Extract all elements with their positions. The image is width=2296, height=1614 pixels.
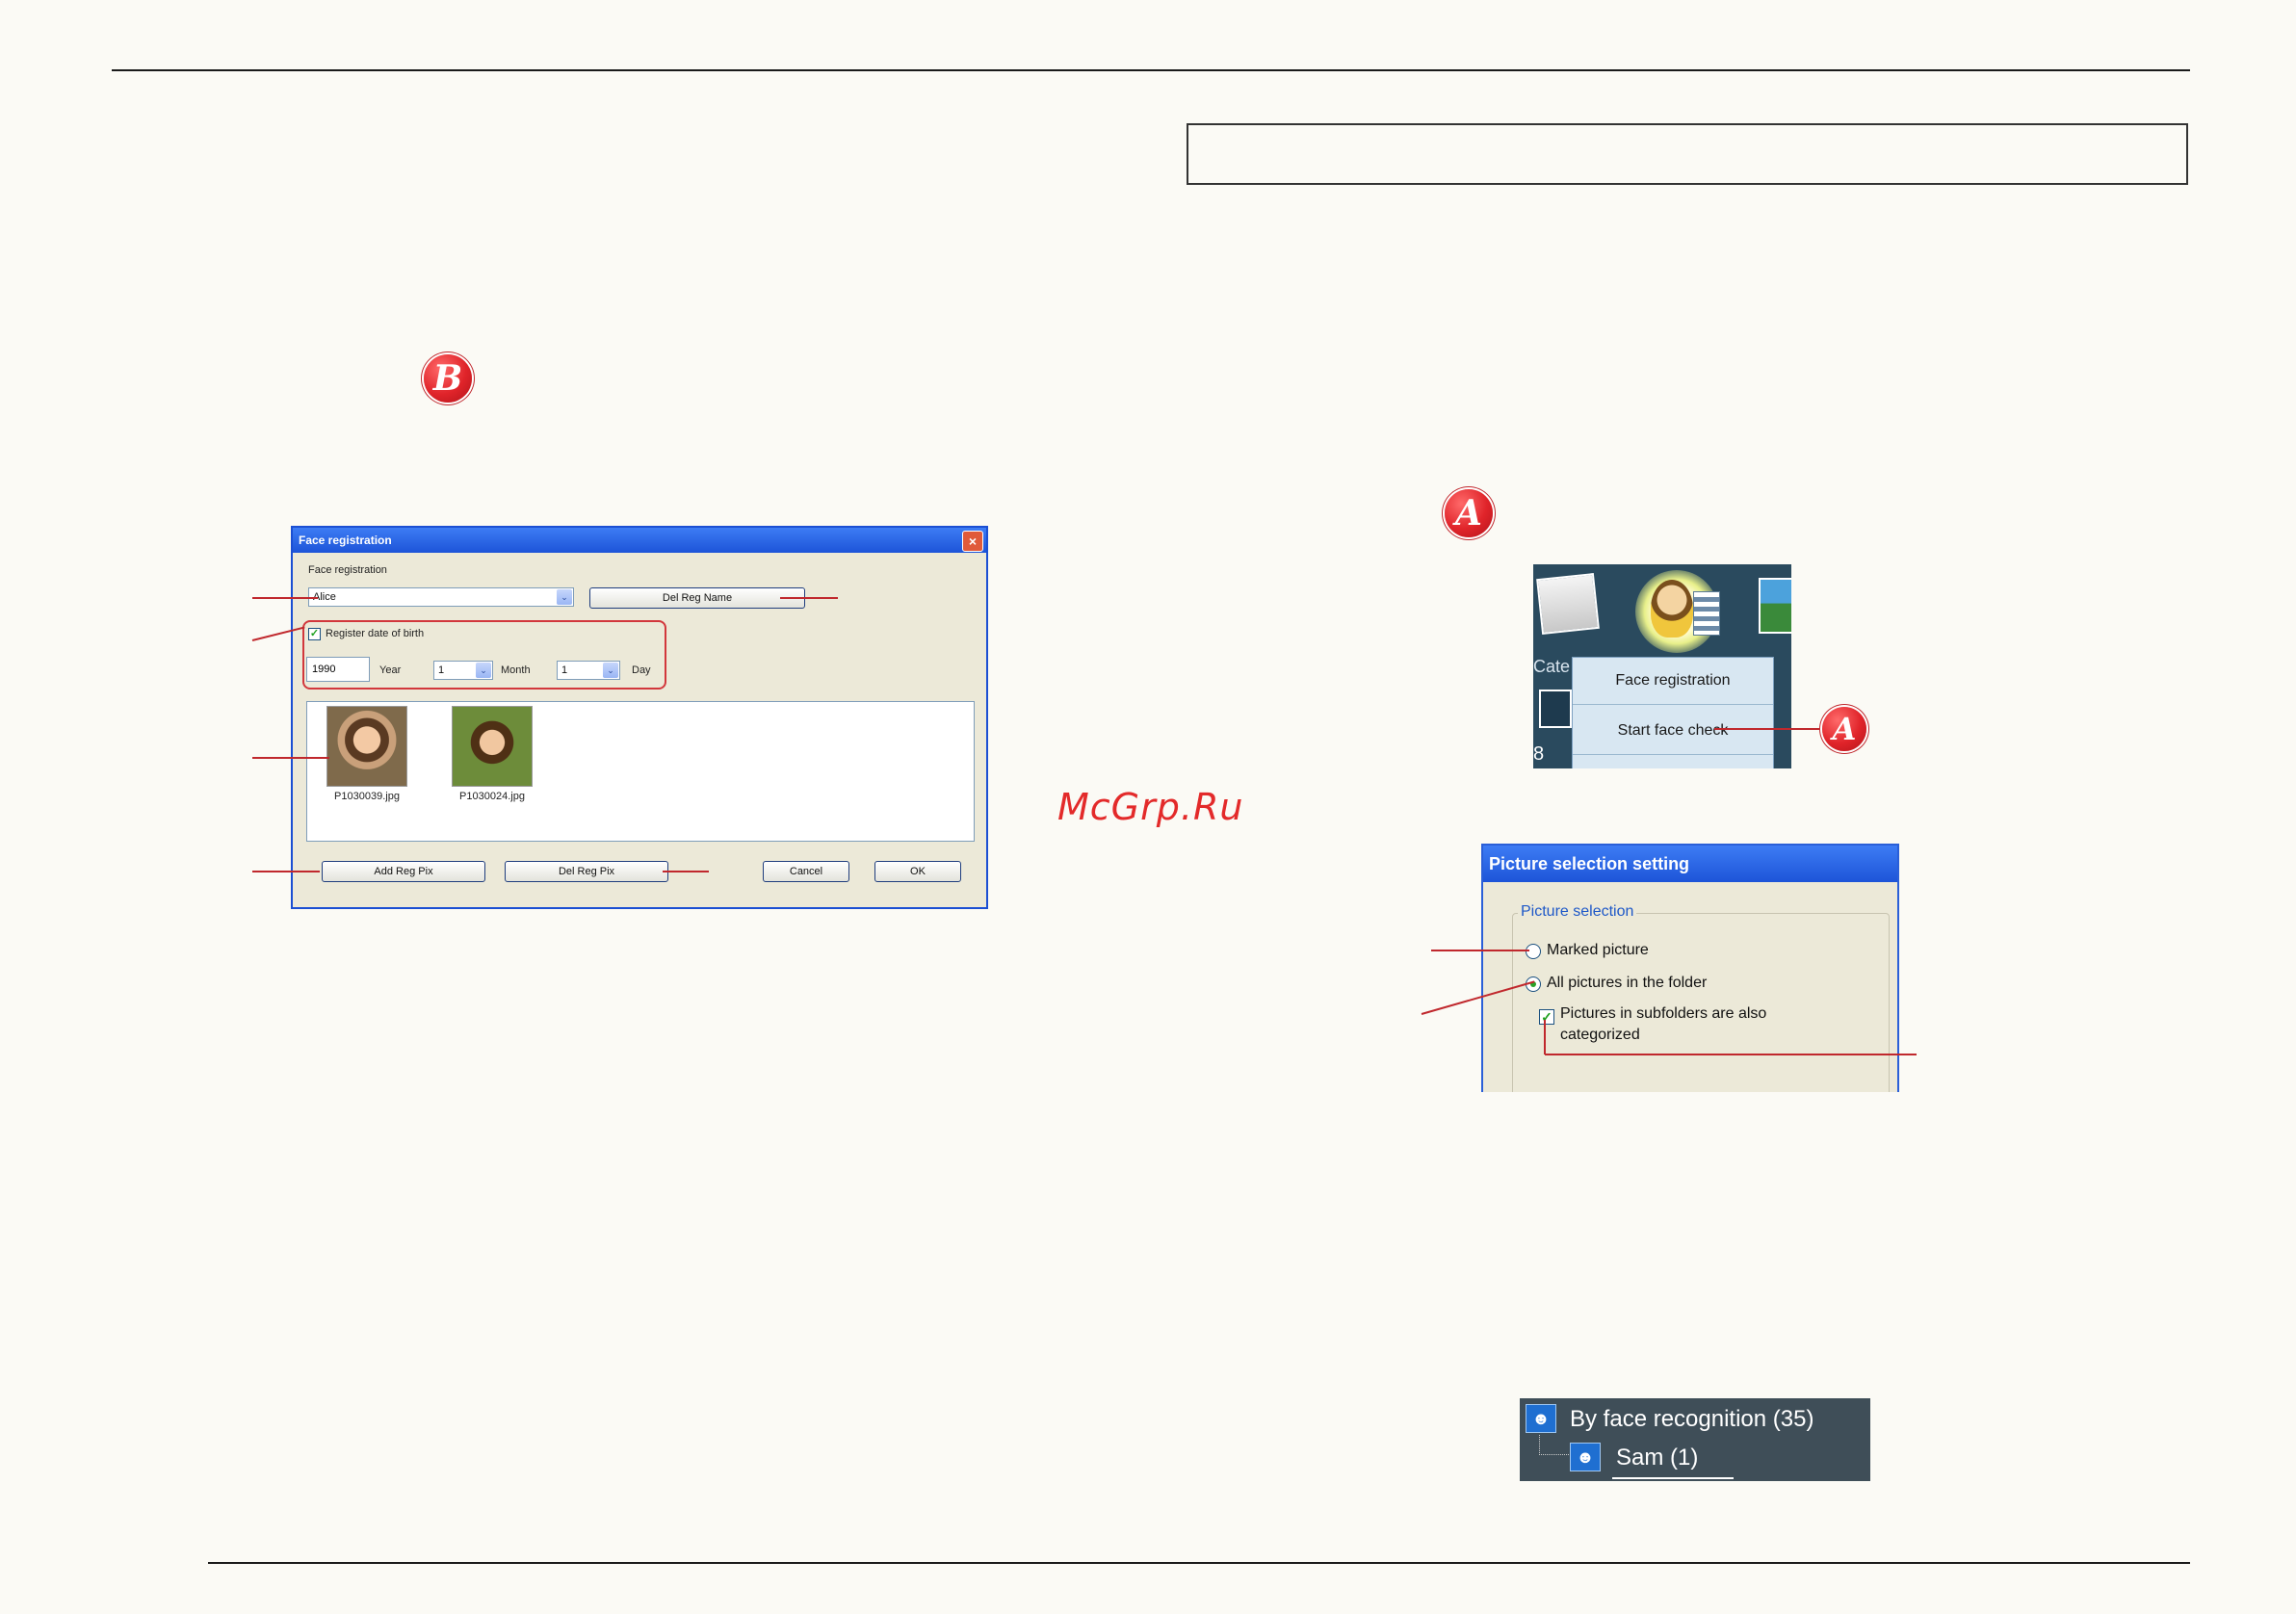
day-combo[interactable]: 1 ⌄ (557, 661, 620, 680)
face-recognition-tree: ☻ By face recognition (35) ☻ Sam (1) (1520, 1398, 1870, 1481)
register-dob-label: Register date of birth (326, 628, 425, 639)
photo-filename: P1030024.jpg (459, 791, 525, 802)
bottom-rule (208, 1562, 2190, 1564)
category-label-fragment: Cate (1533, 657, 1571, 676)
leader-line (252, 597, 318, 599)
name-combo[interactable]: Alice ⌄ (308, 587, 574, 607)
leader-line (1431, 950, 1529, 951)
cancel-button[interactable]: Cancel (763, 861, 849, 882)
picture-selection-group (1512, 913, 1890, 1092)
add-reg-pix-button[interactable]: Add Reg Pix (322, 861, 485, 882)
close-icon[interactable]: × (962, 531, 983, 552)
leader-line (1545, 1054, 1917, 1055)
marker-a-badge: A (1445, 489, 1493, 537)
landscape-icon[interactable] (1759, 578, 1791, 634)
marker-a-menu-badge: A (1822, 707, 1866, 751)
photo-thumbnail[interactable] (452, 706, 533, 787)
marked-picture-radio[interactable] (1526, 944, 1541, 959)
face-group-icon: ☻ (1526, 1404, 1556, 1433)
leader-line (252, 757, 329, 759)
count-fragment: 8 (1533, 743, 1545, 765)
registered-photos-area: P1030039.jpg P1030024.jpg (306, 701, 975, 842)
section-label: Face registration (308, 564, 387, 576)
leader-line (663, 871, 709, 872)
subfolders-label-line1: Pictures in subfolders are also (1560, 1005, 1767, 1022)
leader-line (1714, 728, 1826, 730)
chevron-down-icon[interactable]: ⌄ (603, 663, 618, 678)
chevron-down-icon[interactable]: ⌄ (476, 663, 491, 678)
day-label: Day (632, 664, 651, 676)
year-label: Year (379, 664, 402, 676)
face-icon (1651, 580, 1693, 638)
chevron-down-icon[interactable]: ⌄ (557, 589, 572, 605)
del-reg-pix-button[interactable]: Del Reg Pix (505, 861, 668, 882)
photo-thumbnail[interactable] (326, 706, 407, 787)
picture-stack-icon[interactable] (1536, 573, 1600, 635)
menu-item-face-registration[interactable]: Face registration (1573, 658, 1773, 705)
context-menu: Face registration Start face check (1572, 657, 1774, 768)
day-value: 1 (561, 664, 568, 676)
grid-icon[interactable] (1539, 690, 1572, 728)
tree-child-label[interactable]: Sam (1) (1616, 1445, 1698, 1471)
tree-root-label[interactable]: By face recognition (35) (1570, 1406, 1813, 1433)
marker-b-badge: B (424, 354, 472, 403)
app-menu-screenshot: Cate 8 Face registration Start face chec… (1533, 564, 1791, 768)
month-label: Month (501, 664, 531, 676)
leader-line (780, 597, 838, 599)
leader-line (1544, 1020, 1546, 1054)
face-registration-dialog: Face registration × Face registration Al… (291, 526, 988, 909)
photo-filename: P1030039.jpg (334, 791, 400, 802)
marked-picture-label: Marked picture (1547, 942, 1649, 958)
leader-line (252, 871, 320, 872)
face-person-icon: ☻ (1570, 1443, 1601, 1471)
month-combo[interactable]: 1 ⌄ (433, 661, 493, 680)
year-input[interactable]: 1990 (306, 657, 370, 682)
all-pictures-label: All pictures in the folder (1547, 975, 1708, 991)
ok-button[interactable]: OK (874, 861, 961, 882)
menu-item-start-face-check[interactable]: Start face check (1573, 708, 1773, 755)
picture-selection-caption: Picture selection (1518, 903, 1637, 921)
tree-child-underline (1612, 1477, 1734, 1479)
header-box (1187, 123, 2188, 185)
subfolders-label-line2: categorized (1560, 1027, 1640, 1043)
register-dob-checkbox[interactable]: ✓ (308, 628, 321, 640)
subfolders-checkbox[interactable]: ✓ (1539, 1009, 1554, 1025)
top-rule (112, 69, 2190, 71)
del-reg-name-button[interactable]: Del Reg Name (589, 587, 805, 609)
list-icon (1693, 591, 1720, 636)
picture-selection-title: Picture selection setting (1483, 846, 1897, 882)
month-value: 1 (438, 664, 445, 676)
tree-connector (1539, 1435, 1571, 1455)
dialog-title: Face registration (293, 528, 986, 553)
watermark: McGrp.Ru (1057, 786, 1244, 828)
